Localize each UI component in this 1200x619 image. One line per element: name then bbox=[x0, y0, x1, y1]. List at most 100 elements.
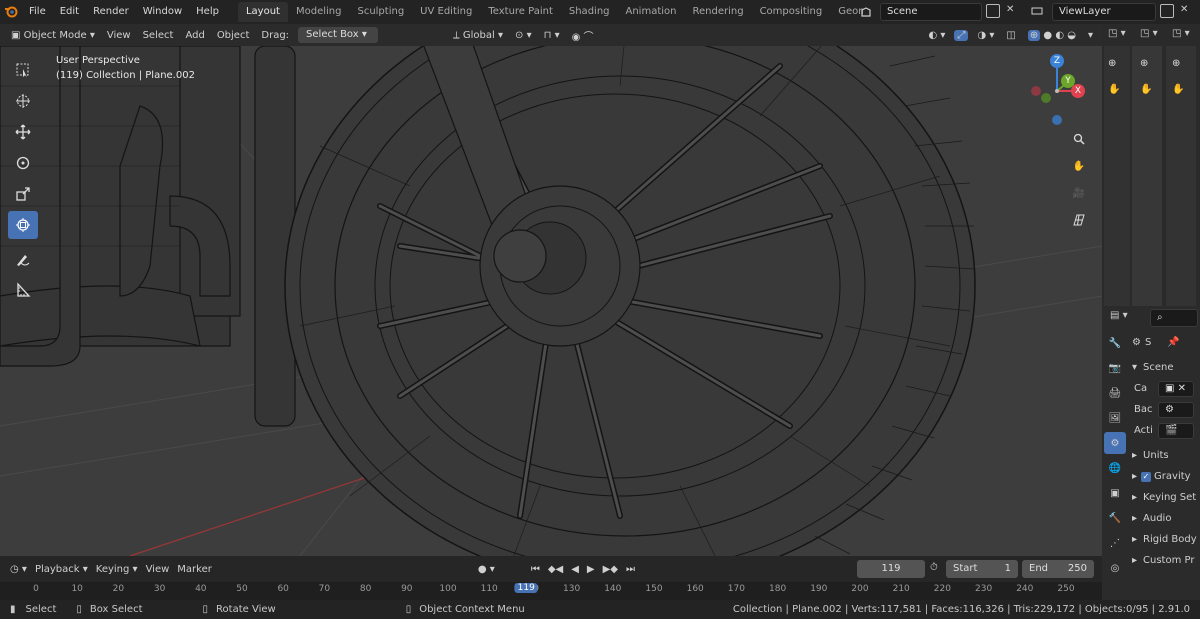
tab-texture-paint[interactable]: Texture Paint bbox=[480, 2, 561, 22]
audio-panel[interactable]: ▸ Audio bbox=[1132, 508, 1200, 529]
menu-render[interactable]: Render bbox=[86, 0, 136, 24]
visibility-icon[interactable]: ◐ ▾ bbox=[925, 30, 948, 41]
current-frame-field[interactable]: 119 bbox=[857, 560, 925, 578]
prev-keyframe-icon[interactable]: ◆◀ bbox=[548, 564, 563, 575]
gizmo-z-axis[interactable]: Z bbox=[1050, 54, 1064, 68]
tab-modeling[interactable]: Modeling bbox=[288, 2, 350, 22]
units-panel[interactable]: ▸ Units bbox=[1132, 445, 1200, 466]
snap-icon[interactable]: ⊓ ▾ bbox=[541, 30, 563, 41]
gizmo-y-axis[interactable]: Y bbox=[1061, 74, 1075, 88]
background-field[interactable]: ⚙ bbox=[1158, 401, 1194, 418]
proportional-edit-icon[interactable]: ◉ ⌒ bbox=[569, 28, 597, 43]
physics-tab-icon[interactable]: ◎ bbox=[1104, 557, 1126, 579]
scene-field[interactable]: Scene bbox=[880, 3, 982, 21]
measure-icon[interactable] bbox=[8, 276, 38, 304]
menu-help[interactable]: Help bbox=[189, 0, 226, 24]
camera-field[interactable]: ▣ ✕ bbox=[1158, 380, 1194, 397]
delete-scene-icon[interactable]: ✕ bbox=[1006, 4, 1014, 15]
pan-icon-2[interactable]: ✋ bbox=[1140, 84, 1152, 95]
frame-ruler[interactable]: 0102030405060708090100110120130140150160… bbox=[0, 582, 1102, 600]
gizmo-toggle-icon[interactable]: ⤢ bbox=[954, 29, 969, 41]
record-button[interactable]: ● ▾ bbox=[478, 564, 495, 575]
custom-props-panel[interactable]: ▸ Custom Pr bbox=[1132, 550, 1200, 571]
annotate-icon[interactable] bbox=[8, 245, 38, 273]
delete-viewlayer-icon[interactable]: ✕ bbox=[1180, 4, 1188, 15]
next-keyframe-icon[interactable]: ▶◆ bbox=[603, 564, 618, 575]
modifier-tab-icon[interactable]: 🔨 bbox=[1104, 507, 1126, 529]
jump-start-icon[interactable]: ⏮ bbox=[531, 564, 540, 575]
zoom-icon[interactable] bbox=[1068, 128, 1090, 150]
menu-object[interactable]: Object bbox=[214, 30, 253, 41]
menu-edit[interactable]: Edit bbox=[53, 0, 86, 24]
start-frame-field[interactable]: Start 1 bbox=[946, 560, 1018, 578]
preview-range-icon[interactable]: ⏱ bbox=[930, 562, 938, 573]
scene-selector-icon[interactable] bbox=[854, 3, 878, 21]
navigation-gizmo[interactable]: Z X Y bbox=[1022, 54, 1092, 126]
world-tab-icon[interactable]: 🌐 bbox=[1104, 457, 1126, 479]
scale-icon[interactable] bbox=[8, 180, 38, 208]
gravity-checkbox[interactable]: ✓ bbox=[1141, 471, 1152, 482]
move-icon[interactable] bbox=[8, 118, 38, 146]
viewlayer-tab-icon[interactable]: 🖼 bbox=[1104, 407, 1126, 429]
xray-icon[interactable]: ◫ bbox=[1003, 30, 1018, 41]
transform-icon[interactable] bbox=[8, 211, 38, 239]
properties-search[interactable]: ⌕ bbox=[1150, 309, 1198, 327]
tool-tab-icon[interactable]: 🔧 bbox=[1104, 332, 1126, 354]
particles-tab-icon[interactable]: ⋰ bbox=[1104, 532, 1126, 554]
grid-view-icon[interactable] bbox=[1068, 209, 1090, 231]
tab-sculpting[interactable]: Sculpting bbox=[349, 2, 412, 22]
playhead[interactable]: 119 bbox=[514, 583, 538, 593]
end-frame-field[interactable]: End 250 bbox=[1022, 560, 1094, 578]
tab-layout[interactable]: Layout bbox=[237, 2, 288, 22]
camera-view-icon[interactable]: 🎥 bbox=[1068, 182, 1090, 204]
keying-sets-panel[interactable]: ▸ Keying Set bbox=[1132, 487, 1200, 508]
pan-icon-1[interactable]: ✋ bbox=[1108, 84, 1120, 95]
editor-type-icon-1[interactable]: ◳ ▾ bbox=[1108, 28, 1126, 39]
gravity-panel[interactable]: ▸ ✓ Gravity bbox=[1132, 466, 1200, 487]
menu-window[interactable]: Window bbox=[136, 0, 189, 24]
playback-menu[interactable]: Playback ▾ bbox=[35, 564, 88, 575]
scene-panel-header[interactable]: ▾ Scene bbox=[1132, 357, 1200, 378]
zoom-icon-1[interactable]: ⊕ bbox=[1108, 58, 1116, 69]
select-box-icon[interactable] bbox=[8, 56, 38, 84]
3d-viewport[interactable]: User Perspective (119) Collection | Plan… bbox=[0, 46, 1102, 556]
rotate-icon[interactable] bbox=[8, 149, 38, 177]
pan-icon-3[interactable]: ✋ bbox=[1172, 84, 1184, 95]
output-tab-icon[interactable]: 🖨 bbox=[1104, 382, 1126, 404]
material-shading-icon[interactable]: ◐ bbox=[1055, 30, 1064, 41]
overlay-icon[interactable]: ◑ ▾ bbox=[974, 30, 997, 41]
object-tab-icon[interactable]: ▣ bbox=[1104, 482, 1126, 504]
tab-compositing[interactable]: Compositing bbox=[752, 2, 831, 22]
tab-rendering[interactable]: Rendering bbox=[684, 2, 751, 22]
pan-hand-icon[interactable]: ✋ bbox=[1068, 155, 1090, 177]
wireframe-shading-icon[interactable]: ⊕ bbox=[1027, 29, 1041, 41]
gizmo-x-axis[interactable]: X bbox=[1071, 84, 1085, 98]
rendered-shading-icon[interactable]: ◒ bbox=[1067, 30, 1076, 41]
timeline-view-menu[interactable]: View bbox=[146, 564, 170, 575]
render-tab-icon[interactable]: 📷 bbox=[1104, 357, 1126, 379]
zoom-icon-2[interactable]: ⊕ bbox=[1140, 58, 1148, 69]
orientation-dropdown[interactable]: ⟂ Global ▾ bbox=[450, 30, 506, 41]
rigid-body-panel[interactable]: ▸ Rigid Body bbox=[1132, 529, 1200, 550]
shading-modes[interactable]: ⊕ ● ◐ ◒ bbox=[1025, 29, 1079, 41]
active-clip-field[interactable]: 🎬 bbox=[1158, 422, 1194, 439]
menu-add[interactable]: Add bbox=[182, 30, 207, 41]
play-icon[interactable]: ▶ bbox=[587, 564, 595, 575]
new-viewlayer-icon[interactable] bbox=[1160, 4, 1174, 18]
menu-file[interactable]: File bbox=[22, 0, 53, 24]
play-reverse-icon[interactable]: ◀ bbox=[571, 564, 579, 575]
properties-editor-type-icon[interactable]: ▤ ▾ bbox=[1110, 310, 1128, 321]
editor-type-icon-2[interactable]: ◳ ▾ bbox=[1140, 28, 1158, 39]
menu-select[interactable]: Select bbox=[140, 30, 177, 41]
tab-animation[interactable]: Animation bbox=[618, 2, 685, 22]
pin-icon[interactable]: 📌 bbox=[1167, 337, 1179, 348]
keying-menu[interactable]: Keying ▾ bbox=[96, 564, 138, 575]
viewlayer-icon[interactable] bbox=[1028, 4, 1046, 18]
marker-menu[interactable]: Marker bbox=[177, 564, 212, 575]
drag-dropdown[interactable]: Select Box ▾ bbox=[298, 27, 379, 43]
jump-end-icon[interactable]: ⏭ bbox=[626, 564, 635, 575]
new-scene-icon[interactable] bbox=[986, 4, 1000, 18]
mode-selector[interactable]: ▣ Object Mode ▾ bbox=[8, 30, 98, 41]
timeline-editor-icon[interactable]: ◷ ▾ bbox=[10, 564, 27, 575]
viewlayer-field[interactable]: ViewLayer bbox=[1052, 3, 1156, 21]
